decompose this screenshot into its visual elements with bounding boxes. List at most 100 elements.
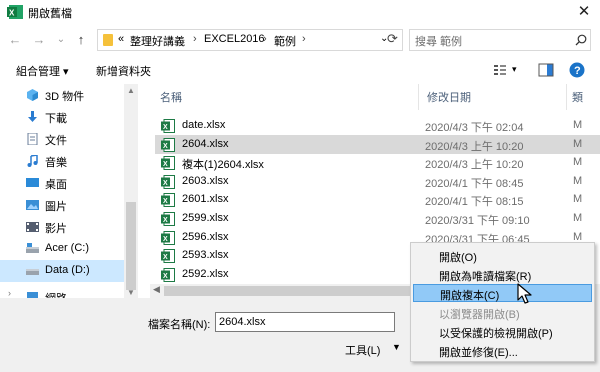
file-name: 複本(1)2604.xlsx	[182, 159, 264, 172]
file-type: M	[573, 193, 583, 206]
breadcrumb-item[interactable]: 範例	[274, 33, 296, 49]
column-header-type[interactable]: 類	[572, 89, 583, 105]
up-button[interactable]: ↑	[72, 31, 90, 49]
file-name: date.xlsx	[182, 119, 226, 131]
breadcrumb-separator[interactable]: ›	[263, 33, 267, 45]
sidebar-item-label: 網路	[45, 290, 67, 298]
file-name: 2604.xlsx	[182, 137, 229, 150]
drive-icon	[26, 243, 39, 253]
svg-text:X: X	[163, 180, 168, 187]
sidebar-scrollbar[interactable]: ▲ ▼	[124, 84, 138, 298]
file-modified-date: 2020/4/3 上午 10:20	[425, 159, 524, 172]
file-name: 2593.xlsx	[182, 249, 229, 262]
mouse-cursor-icon	[517, 283, 532, 304]
search-input[interactable]: 搜尋 範例	[415, 33, 462, 49]
svg-text:X: X	[163, 236, 168, 243]
desktop-icon	[26, 178, 39, 187]
filename-field[interactable]	[215, 312, 395, 332]
sidebar-item-videos[interactable]: 影片	[0, 216, 124, 238]
file-type: M	[573, 212, 583, 224]
sidebar-item-pictures[interactable]: 圖片	[0, 194, 124, 216]
menu-item-label: 以瀏覽器開啟(B)	[439, 309, 520, 321]
sidebar-item-label: 3D 物件	[45, 91, 85, 103]
scrollbar-thumb[interactable]	[126, 202, 136, 290]
file-row[interactable]: X 2604.xlsx 2020/4/3 上午 10:20 M	[155, 134, 600, 154]
organize-button[interactable]: 組合管理 ▾	[16, 63, 69, 79]
search-icon	[575, 34, 587, 46]
column-divider[interactable]	[418, 84, 419, 110]
preview-pane-icon[interactable]	[538, 62, 554, 78]
breadcrumb-item[interactable]: EXCEL2016	[204, 33, 265, 45]
view-dropdown-icon[interactable]: ▾	[512, 64, 517, 80]
menu-item-label: 開啟為唯讀檔案(R)	[439, 271, 532, 283]
file-row[interactable]: X 2601.xlsx 2020/4/1 下午 08:15 M	[155, 190, 600, 209]
svg-text:X: X	[163, 143, 168, 150]
search-box[interactable]: 搜尋 範例	[409, 29, 591, 51]
svg-text:?: ?	[574, 65, 581, 77]
sidebar-item-3d-objects[interactable]: 3D 物件	[0, 84, 124, 106]
scroll-left-arrow-icon[interactable]: ◀	[153, 284, 160, 295]
new-folder-button[interactable]: 新增資料夾	[96, 63, 151, 79]
menu-item-label: 開啟並修復(E)...	[439, 347, 518, 359]
recent-locations-button[interactable]: ⌄	[52, 31, 70, 49]
breadcrumb-overflow[interactable]: «	[118, 33, 124, 45]
back-button[interactable]: ←	[6, 31, 24, 49]
excel-file-icon: X	[161, 212, 175, 226]
filename-input[interactable]	[216, 313, 394, 331]
file-row[interactable]: X 複本(1)2604.xlsx 2020/4/3 上午 10:20 M	[155, 153, 600, 172]
file-modified-date: 2020/4/1 下午 08:15	[425, 196, 524, 209]
column-header-name[interactable]: 名稱	[160, 89, 182, 105]
sidebar-item-drive-c[interactable]: Acer (C:)	[0, 238, 124, 260]
sidebar-item-downloads[interactable]: 下載	[0, 106, 124, 128]
view-options-icon[interactable]	[493, 62, 507, 78]
sidebar-item-desktop[interactable]: 桌面	[0, 172, 124, 194]
navigation-pane[interactable]: 3D 物件 下載 文件 音樂 桌面 圖片 影片 Acer (C:) Data (…	[0, 84, 138, 298]
svg-text:X: X	[163, 273, 168, 280]
expand-chevron-icon[interactable]: ›	[8, 288, 11, 298]
sidebar-item-music[interactable]: 音樂	[0, 150, 124, 172]
close-button[interactable]: ✕	[573, 2, 595, 22]
forward-button[interactable]: →	[30, 31, 48, 49]
open-options-menu: 開啟(O) 開啟為唯讀檔案(R) 開啟複本(C) 以瀏覽器開啟(B) 以受保護的…	[410, 242, 595, 362]
scroll-down-arrow-icon[interactable]: ▼	[127, 288, 135, 297]
file-name: 2603.xlsx	[182, 174, 229, 187]
tools-button[interactable]: 工具(L)	[345, 342, 380, 358]
sidebar-item-drive-d[interactable]: Data (D:)	[0, 260, 124, 282]
menu-item-open-protected-view[interactable]: 以受保護的檢視開啟(P)	[413, 323, 592, 341]
file-modified-date: 2020/4/3 下午 02:04	[425, 122, 524, 134]
menu-item-label: 以受保護的檢視開啟(P)	[439, 328, 553, 340]
column-divider[interactable]	[566, 84, 567, 110]
file-name: 2592.xlsx	[182, 267, 229, 280]
file-row[interactable]: Xdate.xlsx 2020/4/3 下午 02:04 M	[155, 116, 600, 135]
menu-item-open[interactable]: 開啟(O)	[413, 247, 592, 265]
svg-text:X: X	[163, 198, 168, 205]
sidebar-item-label: 圖片	[45, 201, 67, 213]
file-row[interactable]: X 2603.xlsx 2020/4/1 下午 08:45 M	[155, 172, 600, 191]
sidebar-item-label: 音樂	[45, 157, 67, 169]
column-header-modified[interactable]: 修改日期	[427, 89, 471, 105]
sidebar-item-network[interactable]: › 網路	[0, 286, 124, 298]
sidebar-item-label: Acer (C:)	[45, 242, 89, 254]
file-name: 2596.xlsx	[182, 230, 229, 243]
help-icon[interactable]: ?	[569, 62, 585, 78]
refresh-button[interactable]: ⟳	[387, 29, 403, 49]
breadcrumb-separator[interactable]: ›	[193, 33, 197, 45]
menu-item-open-copy[interactable]: 開啟複本(C)	[413, 284, 592, 302]
menu-item-label: 開啟(O)	[439, 252, 477, 264]
menu-item-open-read-only[interactable]: 開啟為唯讀檔案(R)	[413, 266, 592, 284]
address-bar[interactable]: « 整理好講義 › EXCEL2016 › 範例 › ⌄	[97, 29, 403, 51]
pictures-icon	[26, 200, 39, 210]
menu-item-open-and-repair[interactable]: 開啟並修復(E)...	[413, 342, 592, 360]
network-icon	[27, 292, 38, 298]
breadcrumb-item[interactable]: 整理好講義	[130, 33, 185, 49]
scrollbar-thumb[interactable]	[164, 286, 414, 296]
document-icon	[27, 133, 38, 145]
file-row[interactable]: X 2599.xlsx 2020/3/31 下午 09:10 M	[155, 209, 600, 228]
excel-file-icon: X	[161, 267, 175, 282]
scroll-up-arrow-icon[interactable]: ▲	[127, 86, 135, 95]
sidebar-item-label: 下載	[45, 113, 67, 125]
svg-text:X: X	[163, 124, 168, 131]
breadcrumb-separator[interactable]: ›	[302, 33, 306, 45]
sidebar-item-documents[interactable]: 文件	[0, 128, 124, 150]
tools-dropdown-icon[interactable]: ▼	[392, 342, 401, 352]
